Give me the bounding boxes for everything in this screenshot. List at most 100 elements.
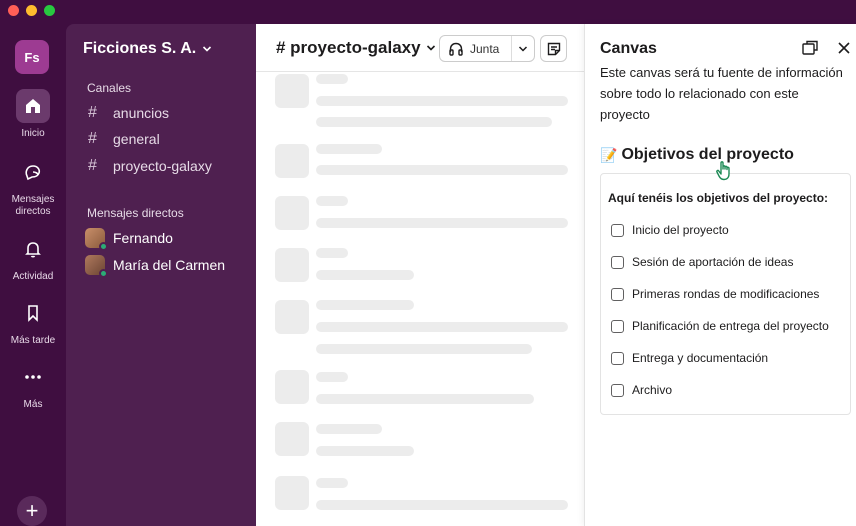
window-titlebar [0, 0, 856, 24]
text-placeholder [316, 344, 532, 354]
avatar [85, 255, 108, 278]
rail-label-home: Inicio [21, 128, 45, 139]
avatar-placeholder [275, 248, 309, 282]
avatar-placeholder [275, 74, 309, 108]
dms-section-title[interactable]: Mensajes directos [87, 206, 184, 220]
checkbox[interactable] [611, 351, 624, 365]
rail-item-home[interactable]: Inicio [0, 89, 66, 140]
chevron-down-icon [426, 45, 435, 51]
text-placeholder [316, 424, 382, 434]
text-placeholder [316, 117, 552, 127]
avatar-placeholder [275, 144, 309, 178]
checklist-item-label: Planificación de entrega del proyecto [632, 319, 829, 333]
rail-item-dms[interactable]: Mensajes directos [0, 155, 66, 218]
text-placeholder [316, 218, 568, 228]
rail-item-later[interactable]: Más tarde [0, 296, 66, 347]
hash-icon: # [88, 157, 97, 174]
text-placeholder [316, 144, 382, 154]
text-placeholder [316, 478, 348, 488]
add-button[interactable]: + [17, 496, 47, 526]
chevron-down-icon [518, 45, 528, 52]
workspace-avatar[interactable]: Fs [15, 40, 49, 74]
checkbox[interactable] [611, 223, 624, 237]
checkbox[interactable] [611, 383, 624, 397]
text-placeholder [316, 446, 414, 456]
channel-label: proyecto-galaxy [113, 158, 212, 174]
text-placeholder [316, 372, 348, 382]
channel-title-button[interactable]: # proyecto-galaxy [276, 38, 436, 58]
close-window-button[interactable] [8, 5, 19, 16]
avatar-placeholder [275, 370, 309, 404]
checklist-item[interactable]: Planificación de entrega del proyecto [611, 319, 829, 333]
text-placeholder [316, 196, 348, 206]
open-in-window-icon[interactable] [801, 39, 819, 57]
checklist-item-label: Entrega y documentación [632, 351, 769, 365]
channel-view: # proyecto-galaxy Junta [256, 24, 584, 526]
checklist-item-label: Sesión de aportación de ideas [632, 255, 794, 269]
channel-sidebar: Ficciones S. A. Canales # anuncios # gen… [66, 24, 256, 526]
headphones-icon [449, 42, 463, 56]
canvas-panel-title: Canvas [600, 40, 657, 57]
avatar-placeholder [275, 422, 309, 456]
canvas-panel: Canvas Este canvas será tu fuente de inf… [584, 24, 856, 526]
hash-icon: # [88, 104, 97, 121]
rail-item-activity[interactable]: Actividad [0, 232, 66, 283]
channel-label: anuncios [113, 105, 170, 121]
canvas-icon [547, 42, 560, 55]
bell-icon [16, 232, 50, 266]
objectives-heading-text: Objetivos del proyecto [621, 146, 794, 163]
workspace-rail: Fs Inicio Mensajes directos Actividad Má… [0, 24, 66, 526]
text-placeholder [316, 322, 568, 332]
rail-label-more: Más [23, 399, 43, 410]
channel-label: general [113, 131, 160, 147]
avatar-placeholder [275, 476, 309, 510]
close-icon[interactable] [835, 39, 853, 57]
avatar-placeholder [275, 196, 309, 230]
text-placeholder [316, 165, 568, 175]
checklist-item[interactable]: Primeras rondas de modificaciones [611, 287, 819, 301]
sidebar-item-general[interactable]: # general [88, 130, 160, 148]
text-placeholder [316, 394, 534, 404]
objectives-heading: 📝 Objetivos del proyecto [600, 146, 794, 164]
checkbox[interactable] [611, 319, 624, 333]
zoom-window-button[interactable] [44, 5, 55, 16]
hash-icon: # [88, 130, 97, 147]
sidebar-item-proyecto-galaxy[interactable]: # proyecto-galaxy [88, 157, 212, 175]
checkbox[interactable] [611, 255, 624, 269]
text-placeholder [316, 500, 568, 510]
dm-label: María del Carmen [113, 257, 226, 273]
channels-section-title[interactable]: Canales [87, 81, 131, 95]
text-placeholder [316, 96, 568, 106]
sidebar-item-anuncios[interactable]: # anuncios [88, 104, 169, 122]
canvas-toggle-button[interactable] [540, 35, 567, 62]
rail-item-more[interactable]: Más [0, 360, 66, 411]
text-placeholder [316, 248, 348, 258]
huddle-options-button[interactable] [512, 44, 534, 54]
checklist-item[interactable]: Entrega y documentación [611, 351, 768, 365]
workspace-menu[interactable]: Ficciones S. A. [83, 40, 212, 58]
checklist-item-label: Inicio del proyecto [632, 223, 729, 237]
channel-header: # proyecto-galaxy Junta [256, 24, 584, 72]
checklist-item[interactable]: Inicio del proyecto [611, 223, 729, 237]
checklist-item[interactable]: Archivo [611, 383, 672, 397]
avatar-placeholder [275, 300, 309, 334]
huddle-label: Junta [470, 41, 500, 56]
presence-dot [99, 242, 108, 251]
checklist-intro: Aquí tenéis los objetivos del proyecto: [608, 191, 829, 205]
bookmark-icon [16, 296, 50, 330]
minimize-window-button[interactable] [26, 5, 37, 16]
rail-label-later: Más tarde [10, 335, 56, 346]
messages-icon [16, 155, 50, 189]
rail-label-activity: Actividad [12, 271, 54, 282]
chevron-down-icon [203, 46, 212, 52]
checkbox[interactable] [611, 287, 624, 301]
huddle-button[interactable]: Junta [439, 35, 535, 62]
dm-label: Fernando [113, 230, 173, 246]
plus-icon: + [25, 498, 39, 523]
checklist-item-label: Archivo [632, 383, 673, 397]
checklist-item[interactable]: Sesión de aportación de ideas [611, 255, 793, 269]
rail-label-dms: Mensajes directos [11, 194, 55, 217]
avatar [85, 228, 108, 251]
sidebar-item-maria-del-carmen[interactable]: María del Carmen [85, 255, 226, 278]
sidebar-item-fernando[interactable]: Fernando [85, 228, 173, 251]
